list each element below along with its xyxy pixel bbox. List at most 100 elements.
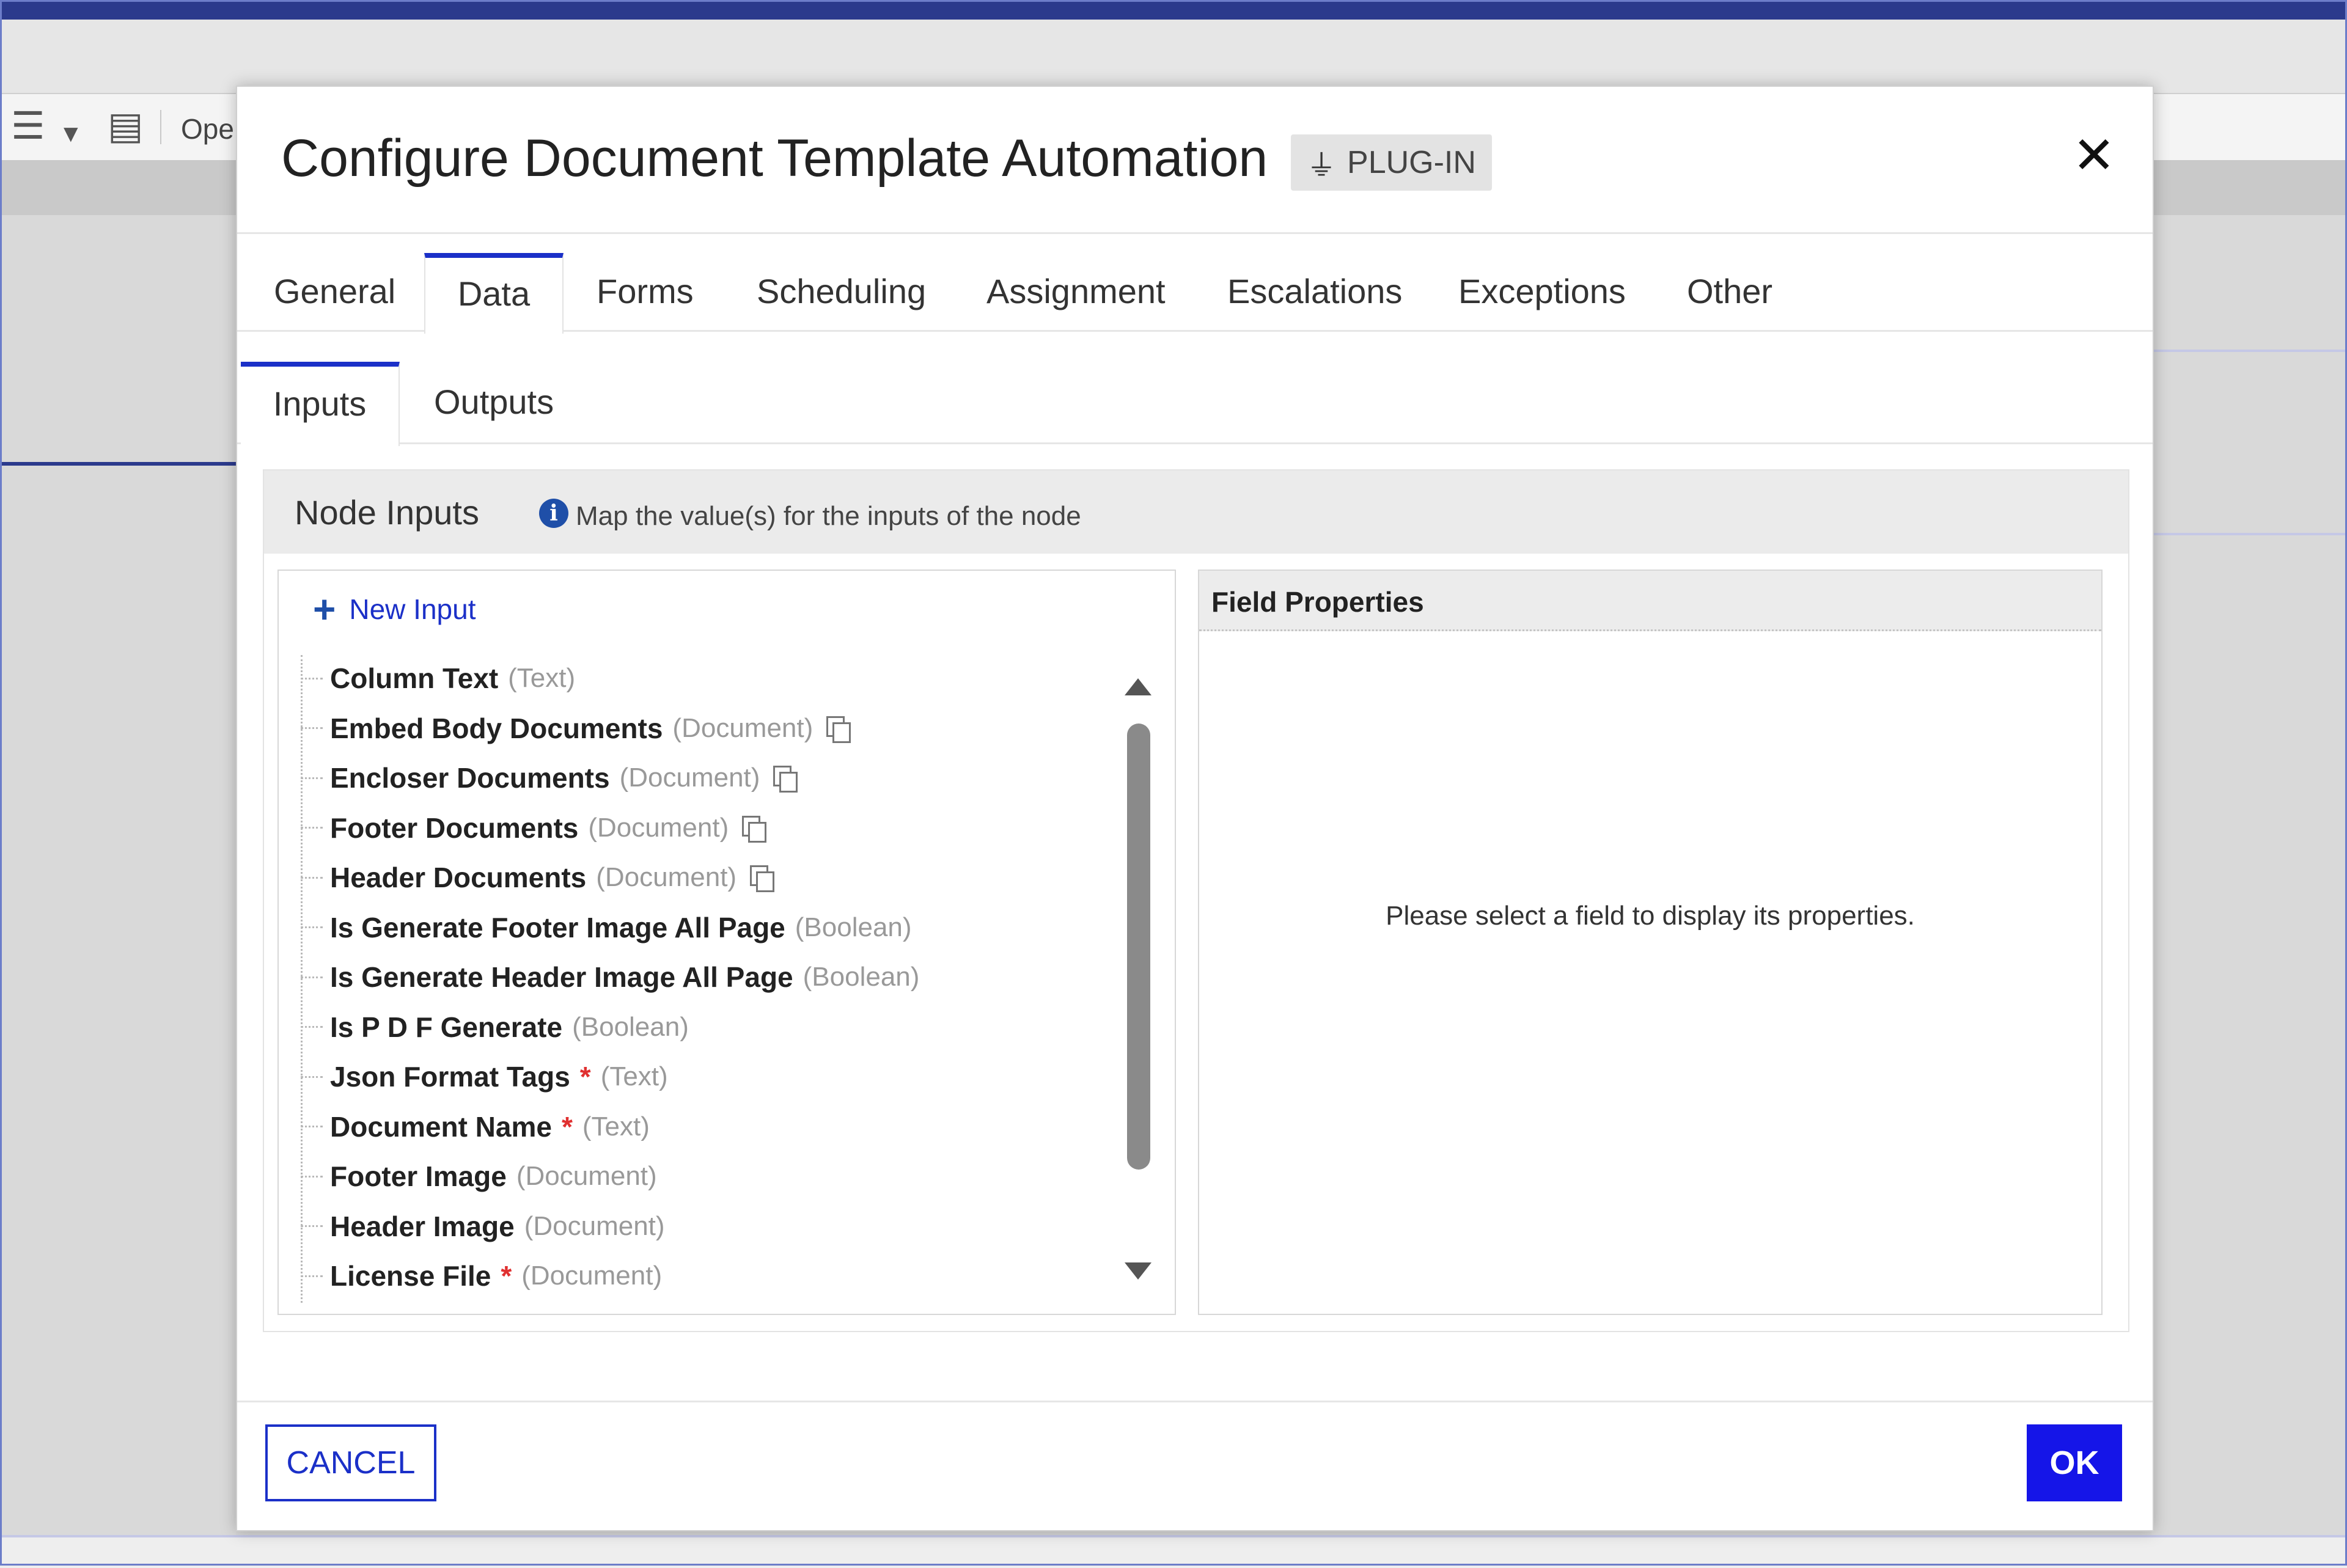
input-field-type: (Boolean) bbox=[803, 962, 920, 992]
dialog-title: Configure Document Template Automation bbox=[281, 129, 1268, 188]
plugin-badge-label: PLUG-IN bbox=[1347, 145, 1476, 180]
tab-escalations[interactable]: Escalations bbox=[1227, 253, 1402, 330]
tab-forms[interactable]: Forms bbox=[597, 253, 694, 330]
required-marker-icon: * bbox=[561, 1110, 573, 1143]
input-field-row[interactable]: Footer Image (Document) bbox=[301, 1152, 657, 1201]
app-top-bar bbox=[0, 0, 2347, 20]
tree-branch bbox=[301, 827, 323, 829]
tree-branch bbox=[301, 677, 323, 680]
tab-assignment[interactable]: Assignment bbox=[986, 253, 1166, 330]
multiple-documents-icon bbox=[750, 865, 775, 892]
tab-data[interactable]: Data bbox=[424, 253, 564, 334]
tree-branch bbox=[301, 1275, 323, 1277]
ok-button[interactable]: OK bbox=[2027, 1424, 2122, 1501]
input-field-name: Header Image bbox=[330, 1210, 515, 1242]
input-field-row[interactable]: Is P D F Generate (Boolean) bbox=[301, 1003, 689, 1052]
tree-branch bbox=[301, 727, 323, 729]
app-header bbox=[0, 20, 2347, 94]
tree-branch bbox=[301, 1225, 323, 1227]
node-inputs-header: Node Inputs i Map the value(s) for the i… bbox=[264, 471, 2128, 554]
input-field-type: (Document) bbox=[524, 1211, 665, 1241]
input-field-name: License File bbox=[330, 1260, 491, 1292]
input-field-row[interactable]: Document Name * (Text) bbox=[301, 1102, 650, 1151]
input-field-type: (Document) bbox=[516, 1161, 657, 1191]
input-fields-tree: Column Text (Text) Embed Body Documents (Do… bbox=[301, 655, 1114, 1303]
tree-branch bbox=[301, 876, 323, 879]
tree-branch bbox=[301, 976, 323, 978]
input-field-name: Is Generate Footer Image All Page bbox=[330, 911, 785, 943]
input-field-row[interactable]: Embed Body Documents (Document) bbox=[301, 704, 851, 753]
input-field-row[interactable]: Is Generate Footer Image All Page (Boolea… bbox=[301, 903, 912, 952]
subtab-inputs[interactable]: Inputs bbox=[241, 362, 400, 446]
input-field-type: (Boolean) bbox=[572, 1011, 689, 1042]
input-field-type: (Document) bbox=[596, 862, 737, 892]
field-properties-empty-message: Please select a field to display its pro… bbox=[1386, 901, 1915, 931]
tab-general[interactable]: General bbox=[274, 253, 395, 330]
background-right-pane bbox=[2151, 215, 2347, 1535]
input-field-row[interactable]: Footer Documents (Document) bbox=[301, 804, 767, 852]
input-field-name: Footer Documents bbox=[330, 811, 579, 844]
subtab-outputs[interactable]: Outputs bbox=[434, 362, 554, 442]
background-divider bbox=[2151, 350, 2347, 352]
input-field-name: Footer Image bbox=[330, 1160, 507, 1192]
input-field-name: Is Generate Header Image All Page bbox=[330, 961, 793, 993]
new-input-label: New Input bbox=[349, 593, 476, 625]
dialog-header: Configure Document Template Automation ⏚… bbox=[237, 87, 2153, 234]
background-left-pane bbox=[0, 215, 236, 1535]
input-field-row[interactable]: License File * (Document) bbox=[301, 1251, 662, 1300]
multiple-documents-icon bbox=[742, 815, 767, 843]
configure-dialog: Configure Document Template Automation ⏚… bbox=[236, 86, 2154, 1531]
input-field-type: (Text) bbox=[508, 663, 576, 693]
input-field-type: (Boolean) bbox=[795, 912, 912, 942]
node-inputs-hint: Map the value(s) for the inputs of the n… bbox=[576, 501, 1081, 531]
new-input-button[interactable]: + New Input bbox=[313, 590, 476, 629]
input-field-type: (Document) bbox=[521, 1261, 663, 1291]
input-field-name: Encloser Documents bbox=[330, 762, 610, 794]
input-field-name: Document Name bbox=[330, 1110, 552, 1143]
close-icon[interactable]: ✕ bbox=[2065, 126, 2123, 185]
input-field-type: (Document) bbox=[672, 713, 814, 743]
input-field-type: (Document) bbox=[619, 763, 760, 793]
tab-exceptions[interactable]: Exceptions bbox=[1458, 253, 1626, 330]
input-field-name: Embed Body Documents bbox=[330, 712, 663, 744]
input-field-name: Column Text bbox=[330, 662, 499, 694]
form-icon[interactable]: ▤ bbox=[108, 108, 144, 145]
tree-branch bbox=[301, 926, 323, 928]
dialog-footer: CANCEL OK bbox=[237, 1401, 2153, 1532]
toolbar-open-label[interactable]: Ope bbox=[181, 112, 234, 145]
layout-icon[interactable]: ☰ bbox=[11, 108, 45, 145]
tab-other[interactable]: Other bbox=[1687, 253, 1772, 330]
field-properties-panel: Field Properties Please select a field t… bbox=[1198, 570, 2103, 1315]
input-field-type: (Document) bbox=[588, 812, 729, 843]
required-marker-icon: * bbox=[579, 1061, 591, 1093]
data-subtabs: Inputs Outputs bbox=[237, 362, 2153, 446]
plug-icon: ⏚ bbox=[1307, 150, 1337, 182]
background-bottom-strip bbox=[0, 1535, 2347, 1568]
field-properties-title: Field Properties bbox=[1211, 586, 1424, 618]
input-field-row[interactable]: Is Generate Header Image All Page (Boolea… bbox=[301, 953, 919, 1002]
scroll-down-arrow-icon[interactable] bbox=[1125, 1262, 1151, 1280]
inputs-tree-panel: + New Input Column Text (Text) Embed Body … bbox=[277, 570, 1176, 1315]
multiple-documents-icon bbox=[826, 716, 851, 743]
tree-branch bbox=[301, 1026, 323, 1028]
tree-branch bbox=[301, 1175, 323, 1178]
cancel-button[interactable]: CANCEL bbox=[265, 1424, 436, 1501]
input-field-row[interactable]: Header Documents (Document) bbox=[301, 853, 775, 902]
plugin-badge: ⏚ PLUG-IN bbox=[1291, 134, 1492, 191]
node-inputs-section: Node Inputs i Map the value(s) for the i… bbox=[263, 469, 2129, 1332]
input-field-row[interactable]: Header Image (Document) bbox=[301, 1202, 665, 1251]
input-field-name: Is P D F Generate bbox=[330, 1011, 563, 1043]
scrollbar-thumb[interactable] bbox=[1127, 724, 1150, 1170]
input-field-type: (Text) bbox=[582, 1111, 650, 1141]
input-field-row[interactable]: Encloser Documents (Document) bbox=[301, 753, 798, 802]
scroll-up-arrow-icon[interactable] bbox=[1125, 678, 1151, 695]
input-field-name: Json Format Tags bbox=[330, 1061, 570, 1093]
input-field-row[interactable]: Json Format Tags * (Text) bbox=[301, 1052, 668, 1101]
multiple-documents-icon bbox=[773, 766, 798, 793]
input-field-type: (Text) bbox=[600, 1061, 668, 1091]
input-field-row[interactable]: Column Text (Text) bbox=[301, 655, 575, 703]
info-icon: i bbox=[539, 499, 568, 528]
tree-branch bbox=[301, 1126, 323, 1127]
chevron-down-icon[interactable]: ▼ bbox=[59, 115, 83, 153]
tab-scheduling[interactable]: Scheduling bbox=[757, 253, 926, 330]
